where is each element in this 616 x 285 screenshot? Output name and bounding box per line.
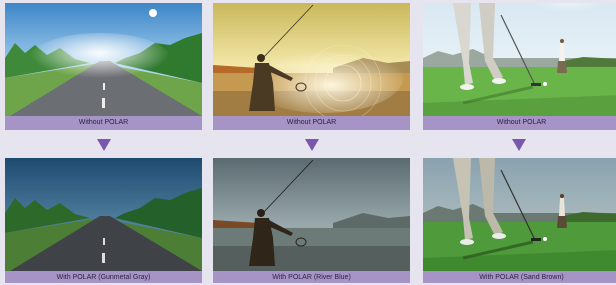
down-arrow-icon — [97, 139, 111, 151]
caption-without-polar-road: Without POLAR — [5, 116, 202, 130]
down-arrow-icon — [512, 139, 526, 151]
road-scene-icon — [5, 158, 202, 271]
down-arrow-icon — [305, 139, 319, 151]
caption-without-polar-golfer: Without POLAR — [423, 116, 616, 130]
fisherman-scene-icon — [213, 158, 410, 271]
golfer-photo-with-polar — [423, 158, 616, 271]
road-photo-without-polar — [5, 3, 202, 116]
fisherman-photo-with-polar — [213, 158, 410, 271]
road-photo-with-polar — [5, 158, 202, 271]
road-scene-icon — [5, 3, 202, 116]
fisherman-scene-icon — [213, 3, 410, 116]
caption-without-polar-fisherman: Without POLAR — [213, 116, 410, 130]
golfer-scene-icon — [423, 158, 616, 271]
golfer-photo-without-polar — [423, 3, 616, 116]
golfer-scene-icon — [423, 3, 616, 116]
caption-with-polar-sand-brown: With POLAR (Sand Brown) — [423, 271, 616, 283]
fisherman-photo-without-polar — [213, 3, 410, 116]
caption-with-polar-river-blue: With POLAR (River Blue) — [213, 271, 410, 283]
caption-with-polar-gunmetal-gray: With POLAR (Gunmetal Gray) — [5, 271, 202, 283]
